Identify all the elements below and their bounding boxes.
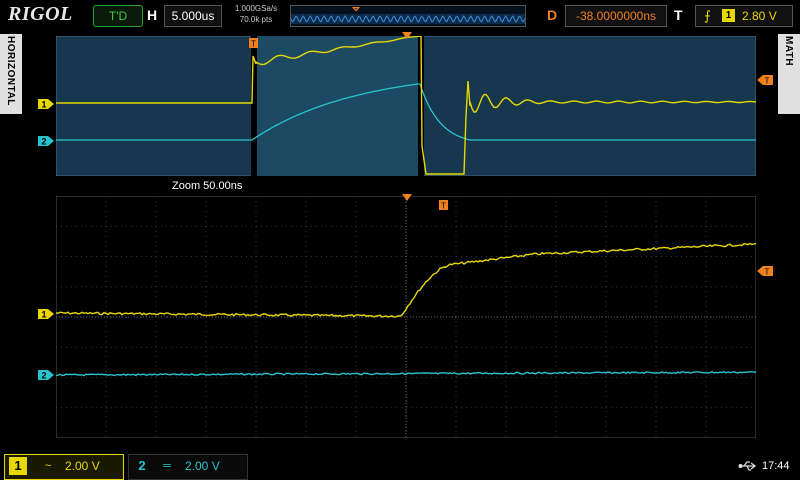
memory-depth: 70.0k pts xyxy=(239,15,273,24)
rising-edge-icon: ⨍ xyxy=(704,8,711,23)
ch1-ground-marker-main[interactable]: 1 xyxy=(38,98,56,110)
svg-text:T: T xyxy=(441,202,446,211)
svg-text:2: 2 xyxy=(41,137,46,147)
memory-waveform-preview: T xyxy=(291,7,525,24)
zoom-window xyxy=(56,196,756,438)
svg-text:T: T xyxy=(251,40,256,49)
timebase-readout[interactable]: 5.000us xyxy=(164,5,222,27)
svg-text:T: T xyxy=(765,77,770,86)
dc-coupling-icon: ═ xyxy=(163,460,171,472)
svg-text:2: 2 xyxy=(41,371,46,381)
channel-1-scale: 2.00 V xyxy=(65,459,100,473)
zoom-region xyxy=(252,36,420,176)
ch2-ground-marker-main[interactable]: 2 xyxy=(38,135,56,147)
sample-info: 1.000GSa/s 70.0k pts xyxy=(226,3,286,25)
trigger-label: T xyxy=(674,7,683,23)
delay-readout[interactable]: -38.0000000ns xyxy=(565,5,667,27)
zoom-center-marker xyxy=(402,194,412,201)
channel-1-settings[interactable]: 1 ~ 2.00 V xyxy=(4,454,124,480)
ch2-ground-marker-zoom[interactable]: 2 xyxy=(38,369,56,381)
zoom-trigger-position-marker: T xyxy=(439,200,448,211)
usb-icon xyxy=(738,461,757,471)
main-center-marker xyxy=(402,32,412,39)
trigger-level: 2.80 V xyxy=(742,9,777,23)
clock: 17:44 xyxy=(762,460,790,472)
svg-text:1: 1 xyxy=(41,310,46,320)
trigger-source-badge: 1 xyxy=(722,9,735,22)
channel-1-number: 1 xyxy=(9,457,27,475)
sample-rate: 1.000GSa/s xyxy=(234,4,278,13)
main-trigger-level-marker[interactable]: T xyxy=(757,74,773,86)
horizontal-label: H xyxy=(147,7,158,23)
ac-coupling-icon: ~ xyxy=(45,460,52,472)
zoom-timebase-label: Zoom 50.00ns xyxy=(172,180,243,192)
horizontal-side-tab[interactable]: HORIZONTAL xyxy=(0,34,22,114)
brand-logo: RIGOL xyxy=(8,3,73,25)
trigger-readout[interactable]: ⨍ 1 2.80 V xyxy=(695,5,793,27)
zoom-trigger-level-marker[interactable]: T xyxy=(757,265,773,277)
main-window xyxy=(56,36,756,176)
channel-2-settings[interactable]: 2 ═ 2.00 V xyxy=(128,454,248,480)
svg-text:T: T xyxy=(765,268,770,277)
svg-text:T: T xyxy=(354,9,358,15)
ch1-ground-marker-zoom[interactable]: 1 xyxy=(38,308,56,320)
math-side-tab[interactable]: MATH xyxy=(778,34,800,114)
run-state-indicator[interactable]: T'D xyxy=(93,5,143,27)
main-trigger-position-marker: T xyxy=(249,38,258,49)
channel-2-scale: 2.00 V xyxy=(185,459,220,473)
delay-label: D xyxy=(547,7,558,23)
svg-text:1: 1 xyxy=(41,100,46,110)
memory-overview-strip[interactable]: T xyxy=(290,5,526,27)
channel-2-number: 2 xyxy=(138,458,146,473)
